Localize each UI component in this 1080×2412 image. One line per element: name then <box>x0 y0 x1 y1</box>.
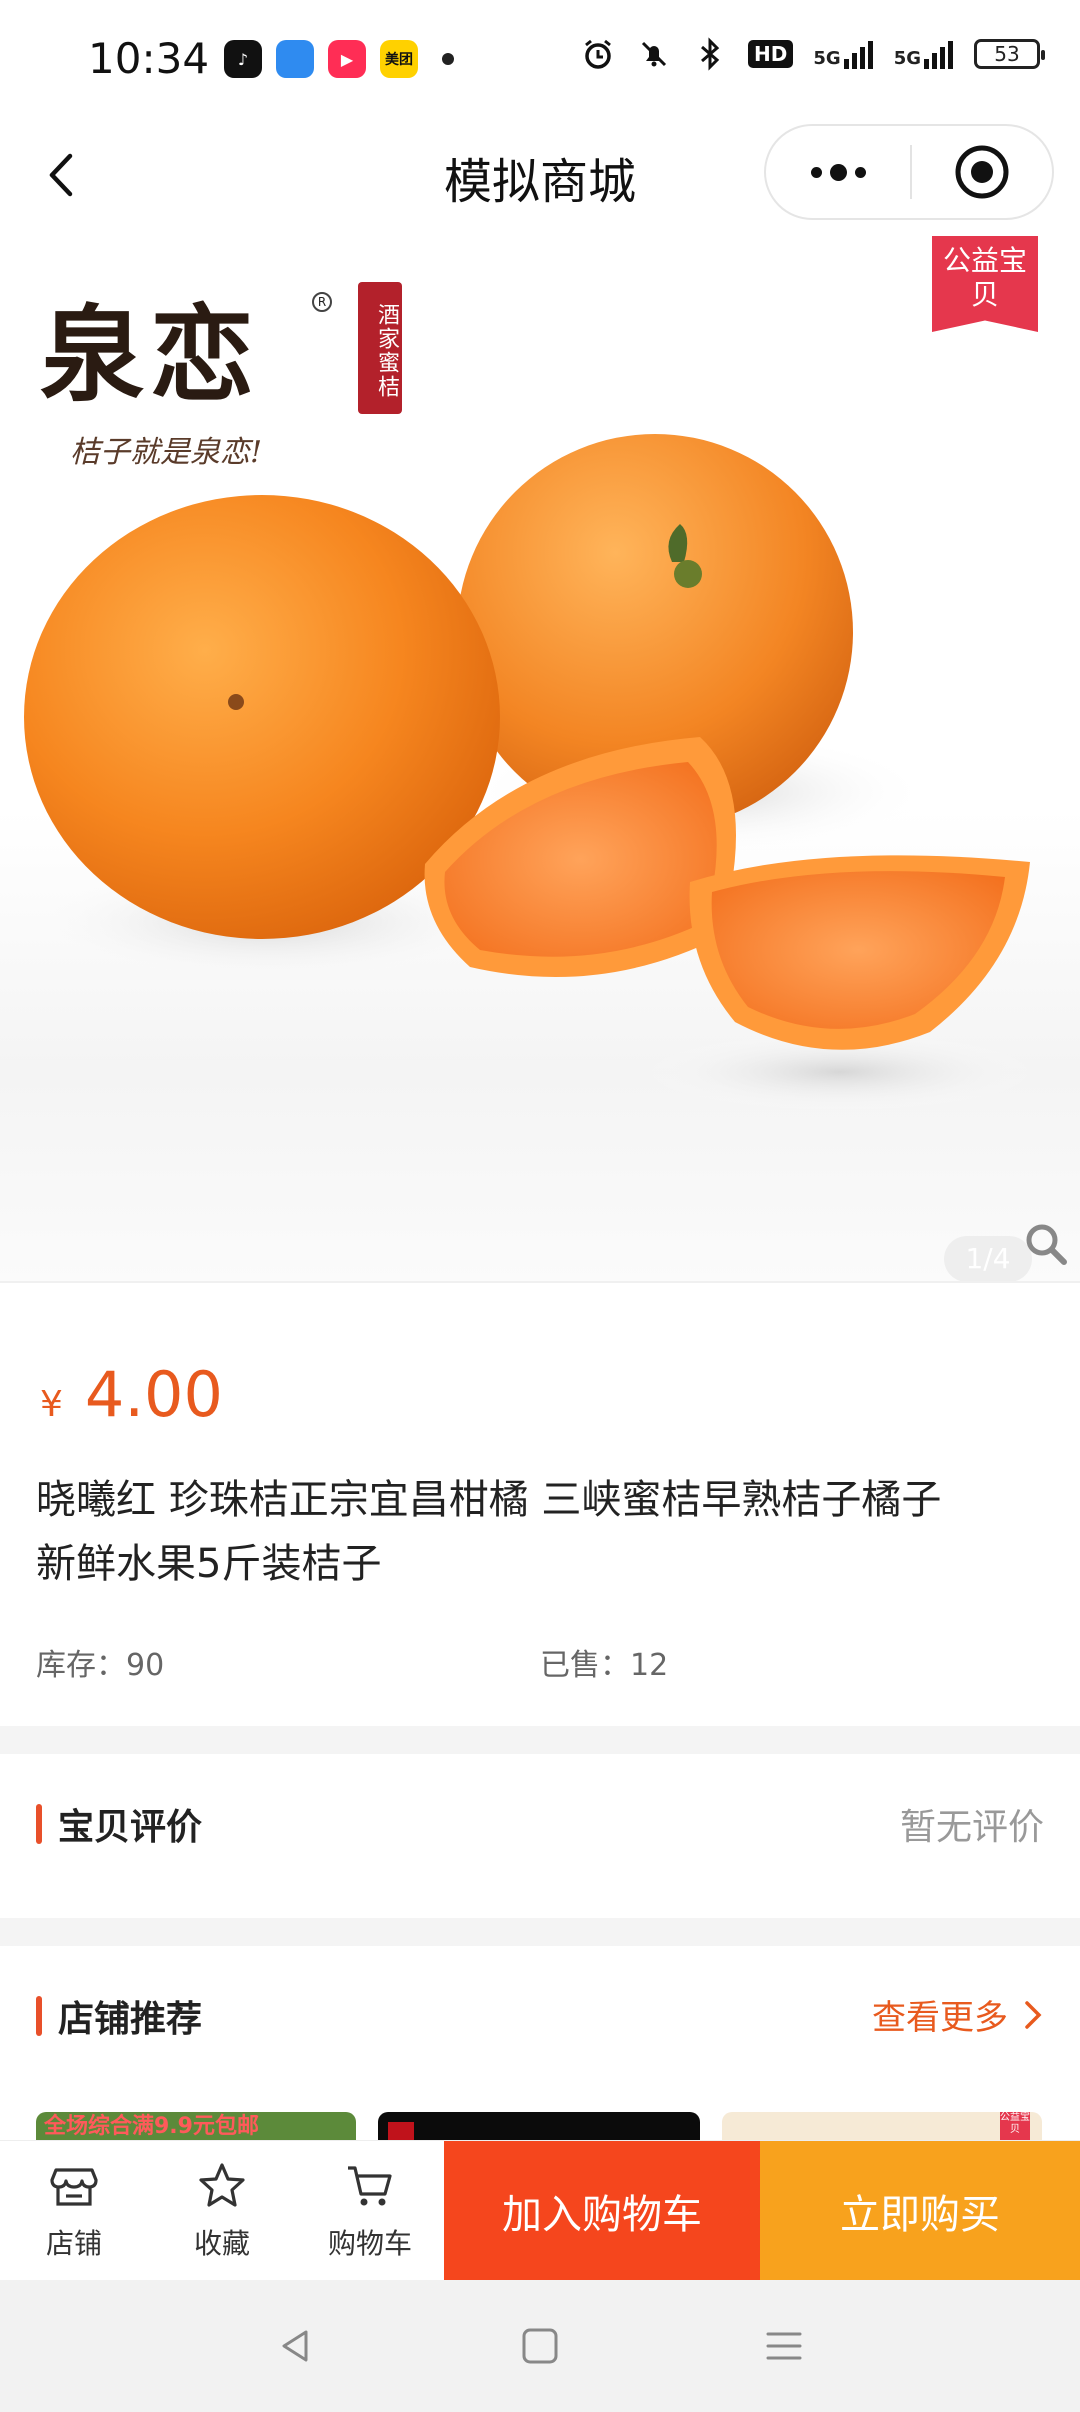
tiktok-icon: ♪ <box>224 40 262 78</box>
price: ¥ 4.00 <box>40 1358 223 1431</box>
shopping-cart-icon <box>348 2166 392 2206</box>
chevron-right-icon <box>1025 2000 1042 2029</box>
see-more-label: 查看更多 <box>872 1998 1008 2038</box>
more-button[interactable] <box>766 126 910 218</box>
favorite-button[interactable]: 收藏 <box>148 2141 296 2281</box>
product-image-carousel[interactable]: 泉恋 R 酒家蜜桔 桔子就是泉恋! 公益宝贝 1/4 <box>0 232 1080 1282</box>
brand-slogan: 桔子就是泉恋! <box>70 435 263 470</box>
status-indicators: HD 5G 5G 53 <box>580 36 1045 72</box>
cart-label: 购物车 <box>327 2227 412 2260</box>
feather-app-icon <box>276 40 314 78</box>
shop-button[interactable]: 店铺 <box>0 2141 148 2281</box>
triangle-back-icon <box>282 2330 308 2362</box>
more-dots-icon <box>810 166 822 178</box>
favorite-label: 收藏 <box>193 2227 250 2260</box>
price-value: 4.00 <box>84 1358 223 1431</box>
recommend-card-2-tag <box>388 2122 414 2142</box>
system-navigation-bar <box>0 2280 1080 2412</box>
charity-badge: 公益宝贝 <box>932 236 1038 332</box>
mute-bell-icon <box>636 36 672 72</box>
bottom-action-bar: 店铺 收藏 购物车 加入购物车 立即购买 <box>0 2140 1080 2281</box>
signal-5g-icon-2: 5G <box>894 39 954 69</box>
recommend-card-2[interactable] <box>378 2112 700 2142</box>
status-time: 10:34 <box>88 34 210 83</box>
brand-name: 泉恋 <box>40 293 261 416</box>
system-back-button[interactable] <box>274 2324 318 2368</box>
recommend-card-1[interactable]: 全场综合满9.9元包邮 <box>36 2112 356 2142</box>
brand-logo: 泉恋 R 酒家蜜桔 桔子就是泉恋! <box>40 270 402 471</box>
notification-dot-icon <box>442 53 454 65</box>
more-dots-icon-center <box>829 163 847 181</box>
section-accent-bar-2 <box>36 1996 42 2036</box>
sold-count: 已售：12 <box>540 1648 669 1683</box>
buy-now-button[interactable]: 立即购买 <box>760 2141 1080 2281</box>
star-icon <box>199 2163 245 2207</box>
recommend-card-1-text: 全场综合满9.9元包邮 <box>44 2114 259 2139</box>
signal-5g-icon: 5G <box>813 39 873 69</box>
battery-icon: 53 <box>974 39 1045 69</box>
hd-voice-icon: HD <box>748 40 794 68</box>
meituan-icon: 美团 <box>380 40 418 78</box>
section-gap-2 <box>0 1918 1080 1946</box>
reviews-title: 宝贝评价 <box>58 1807 203 1848</box>
product-title: 晓曦红 珍珠桔正宗宜昌柑橘 三峡蜜桔早熟桔子橘子新鲜水果5斤装桔子 <box>36 1477 942 1587</box>
nav-bar: 模拟商城 <box>0 120 1080 230</box>
product-detail-screen: 10:34 ♪ ▶ 美团 HD 5G 5G 53 模拟商城 泉恋 R 酒家蜜桔 … <box>0 0 1080 2412</box>
shop-label: 店铺 <box>45 2227 102 2260</box>
target-close-icon <box>955 145 1009 199</box>
reviews-empty-text: 暂无评价 <box>899 1807 1044 1848</box>
reviews-section: 宝贝评价 暂无评价 <box>0 1784 1080 1864</box>
image-pager: 1/4 <box>944 1236 1032 1282</box>
see-more-link[interactable]: 查看更多 <box>872 1990 1044 2039</box>
cart-button[interactable]: 购物车 <box>296 2141 444 2281</box>
bluetooth-icon <box>692 36 728 72</box>
recommend-cards: 全场综合满9.9元包邮 公益宝贝 <box>0 2112 1080 2142</box>
store-icon <box>50 2168 98 2206</box>
registered-mark-icon: R <box>312 292 332 312</box>
stock-count: 库存：90 <box>36 1648 165 1683</box>
section-accent-bar <box>36 1804 42 1844</box>
more-dots-icon-right <box>854 166 866 178</box>
currency-symbol: ¥ <box>40 1384 63 1425</box>
add-to-cart-button[interactable]: 加入购物车 <box>444 2141 760 2281</box>
section-gap <box>0 1726 1080 1754</box>
menu-lines-icon <box>766 2332 802 2360</box>
divider <box>0 1281 1080 1283</box>
square-home-icon <box>522 2328 558 2364</box>
video-app-icon: ▶ <box>328 40 366 78</box>
alarm-icon <box>580 36 616 72</box>
brand-seal: 酒家蜜桔 <box>358 282 402 414</box>
recommend-card-3[interactable]: 公益宝贝 <box>722 2112 1042 2142</box>
miniprogram-capsule <box>764 124 1054 220</box>
system-home-button[interactable] <box>518 2324 562 2368</box>
close-miniprogram-button[interactable] <box>912 126 1052 218</box>
recommend-section: 店铺推荐 查看更多 <box>0 1976 1080 2056</box>
recommend-card-3-charity-tag: 公益宝贝 <box>1000 2112 1030 2142</box>
status-app-icons: ♪ ▶ 美团 <box>224 40 454 78</box>
zoom-search-icon[interactable] <box>1022 1220 1070 1268</box>
status-bar: 10:34 ♪ ▶ 美团 HD 5G 5G 53 <box>0 0 1080 120</box>
system-menu-button[interactable] <box>762 2324 806 2368</box>
recommend-title: 店铺推荐 <box>58 1999 203 2040</box>
